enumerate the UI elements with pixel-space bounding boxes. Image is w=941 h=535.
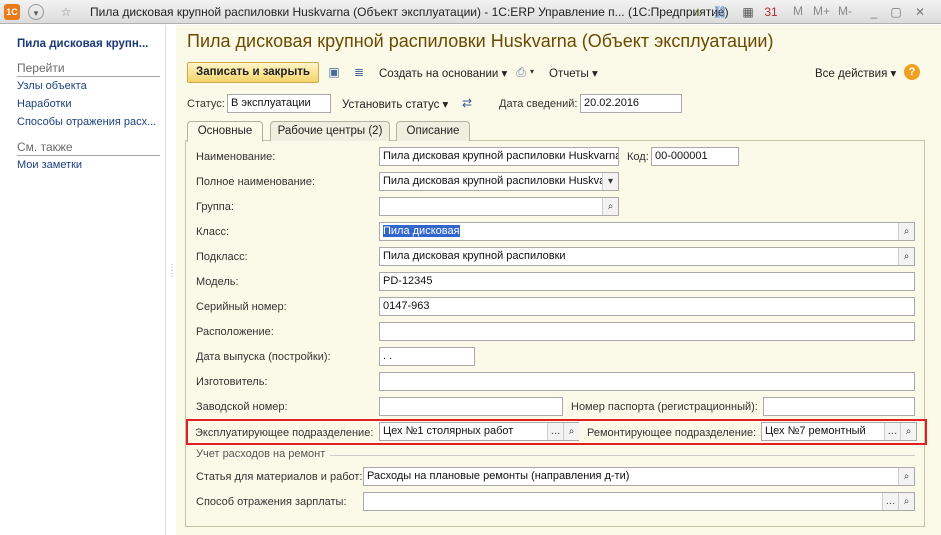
salary-method-select-icon[interactable]: … bbox=[882, 493, 898, 510]
code-field[interactable]: 00-000001 bbox=[651, 147, 739, 166]
repair-cost-group-title: Учет расходов на ремонт bbox=[196, 448, 326, 460]
cost-item-field[interactable]: Расходы на плановые ремонты (направления… bbox=[363, 467, 915, 486]
maximize-icon[interactable]: ▢ bbox=[888, 4, 904, 20]
all-actions-label: Все действия bbox=[815, 68, 888, 80]
operating-division-label: Эксплуатирующее подразделение: bbox=[195, 427, 374, 439]
print-icon[interactable]: ⎙ bbox=[513, 64, 529, 80]
operating-division-select-icon[interactable]: … bbox=[547, 423, 563, 440]
cost-item-search-icon[interactable]: ⌕ bbox=[898, 468, 914, 485]
memory-m-button[interactable]: M bbox=[793, 4, 803, 18]
nav-link-operating-time[interactable]: Наработки bbox=[17, 98, 71, 110]
nav-object-title[interactable]: Пила дисковая крупн... bbox=[17, 38, 148, 50]
passport-number-label: Номер паспорта (регистрационный): bbox=[571, 401, 758, 413]
class-label: Класс: bbox=[196, 226, 229, 238]
subclass-search-icon[interactable]: ⌕ bbox=[898, 248, 914, 265]
all-actions-menu[interactable]: Все действия ▾ bbox=[815, 66, 896, 80]
post-document-icon[interactable]: ≣ bbox=[351, 64, 367, 80]
group-divider bbox=[330, 455, 915, 456]
full-name-dropdown-icon[interactable]: ▾ bbox=[602, 173, 618, 190]
serial-number-field[interactable]: 0147-963 bbox=[379, 297, 915, 316]
manufacturer-field[interactable] bbox=[379, 372, 915, 391]
salary-method-search-icon[interactable]: ⌕ bbox=[898, 493, 914, 510]
nav-link-my-notes[interactable]: Мои заметки bbox=[17, 159, 82, 171]
tab-description[interactable]: Описание bbox=[396, 121, 470, 141]
manufacturer-label: Изготовитель: bbox=[196, 376, 268, 388]
group-field[interactable] bbox=[379, 197, 619, 216]
group-label: Группа: bbox=[196, 201, 234, 213]
reports-menu[interactable]: Отчеты ▾ bbox=[549, 66, 598, 80]
passport-number-field[interactable] bbox=[763, 397, 915, 416]
repair-division-select-icon[interactable]: … bbox=[884, 423, 900, 440]
location-field[interactable] bbox=[379, 322, 915, 341]
model-field[interactable]: PD-12345 bbox=[379, 272, 915, 291]
calculator-icon[interactable]: ▦ bbox=[740, 4, 756, 20]
minimize-icon[interactable]: _ bbox=[866, 4, 882, 20]
add-favorite-icon[interactable]: ☆ bbox=[690, 4, 706, 20]
model-label: Модель: bbox=[196, 276, 239, 288]
set-status-label: Установить статус bbox=[342, 99, 440, 111]
status-label: Статус: bbox=[187, 98, 225, 110]
info-date-field[interactable]: 20.02.2016 bbox=[580, 94, 682, 113]
create-based-on-label: Создать на основании bbox=[379, 68, 499, 80]
set-status-menu[interactable]: Установить статус ▾ bbox=[342, 97, 448, 111]
release-date-label: Дата выпуска (постройки): bbox=[196, 351, 331, 363]
full-name-label: Полное наименование: bbox=[196, 176, 316, 188]
status-field[interactable]: В эксплуатации bbox=[227, 94, 331, 113]
factory-number-field[interactable] bbox=[379, 397, 563, 416]
panel-splitter-handle[interactable]: ⋮ ⋮ bbox=[168, 264, 176, 278]
subclass-label: Подкласс: bbox=[196, 251, 248, 263]
repair-division-label: Ремонтирующее подразделение: bbox=[587, 427, 757, 439]
nav-link-object-nodes[interactable]: Узлы объекта bbox=[17, 80, 87, 92]
save-and-close-button[interactable]: Записать и закрыть bbox=[187, 62, 319, 83]
salary-method-field[interactable] bbox=[363, 492, 915, 511]
name-label: Наименование: bbox=[196, 151, 276, 163]
location-label: Расположение: bbox=[196, 326, 274, 338]
repair-division-search-icon[interactable]: ⌕ bbox=[900, 423, 916, 440]
release-date-field[interactable]: . . bbox=[379, 347, 475, 366]
status-history-icon[interactable]: ⇄ bbox=[459, 95, 475, 111]
save-disk-icon[interactable]: ▣ bbox=[326, 64, 342, 80]
salary-method-label: Способ отражения зарплаты: bbox=[196, 496, 347, 508]
print-chevron-down-icon[interactable]: ▾ bbox=[530, 67, 534, 76]
code-label: Код: bbox=[627, 151, 649, 163]
window-title: Пила дисковая крупной распиловки Huskvar… bbox=[90, 5, 729, 19]
operating-division-search-icon[interactable]: ⌕ bbox=[563, 423, 579, 440]
nav-link-expense-methods[interactable]: Способы отражения расх... bbox=[17, 116, 156, 128]
tab-work-centers[interactable]: Рабочие центры (2) bbox=[270, 121, 390, 141]
reports-label: Отчеты bbox=[549, 68, 589, 80]
memory-minus-button[interactable]: M- bbox=[838, 4, 852, 18]
cost-item-label: Статья для материалов и работ: bbox=[196, 471, 363, 483]
class-search-icon[interactable]: ⌕ bbox=[898, 223, 914, 240]
full-name-field[interactable]: Пила дисковая крупной распиловки Huskvar… bbox=[379, 172, 619, 191]
menu-dropdown-icon[interactable]: ▾ bbox=[28, 4, 44, 20]
info-date-label: Дата сведений: bbox=[499, 98, 578, 110]
favorite-star-icon[interactable]: ☆ bbox=[58, 4, 74, 20]
create-based-on-menu[interactable]: Создать на основании ▾ bbox=[379, 66, 507, 80]
link-icon[interactable]: ⛓ bbox=[712, 4, 728, 20]
class-field[interactable]: Пила дисковая bbox=[379, 222, 915, 241]
see-also-section-header: См. также bbox=[17, 140, 160, 156]
form-title: Пила дисковая крупной распиловки Huskvar… bbox=[187, 31, 774, 51]
class-selected-text: Пила дисковая bbox=[383, 225, 460, 237]
calendar-icon[interactable]: 31 bbox=[763, 4, 779, 20]
name-field[interactable]: Пила дисковая крупной распиловки Huskvar… bbox=[379, 147, 619, 166]
factory-number-label: Заводской номер: bbox=[196, 401, 288, 413]
group-search-icon[interactable]: ⌕ bbox=[602, 198, 618, 215]
subclass-field[interactable]: Пила дисковая крупной распиловки bbox=[379, 247, 915, 266]
tab-main[interactable]: Основные bbox=[187, 121, 263, 142]
goto-section-header: Перейти bbox=[17, 61, 160, 77]
help-button[interactable]: ? bbox=[904, 64, 920, 80]
serial-number-label: Серийный номер: bbox=[196, 301, 287, 313]
memory-plus-button[interactable]: M+ bbox=[813, 4, 830, 18]
app-logo-icon[interactable]: 1С bbox=[4, 4, 20, 20]
close-icon[interactable]: ✕ bbox=[912, 4, 928, 20]
